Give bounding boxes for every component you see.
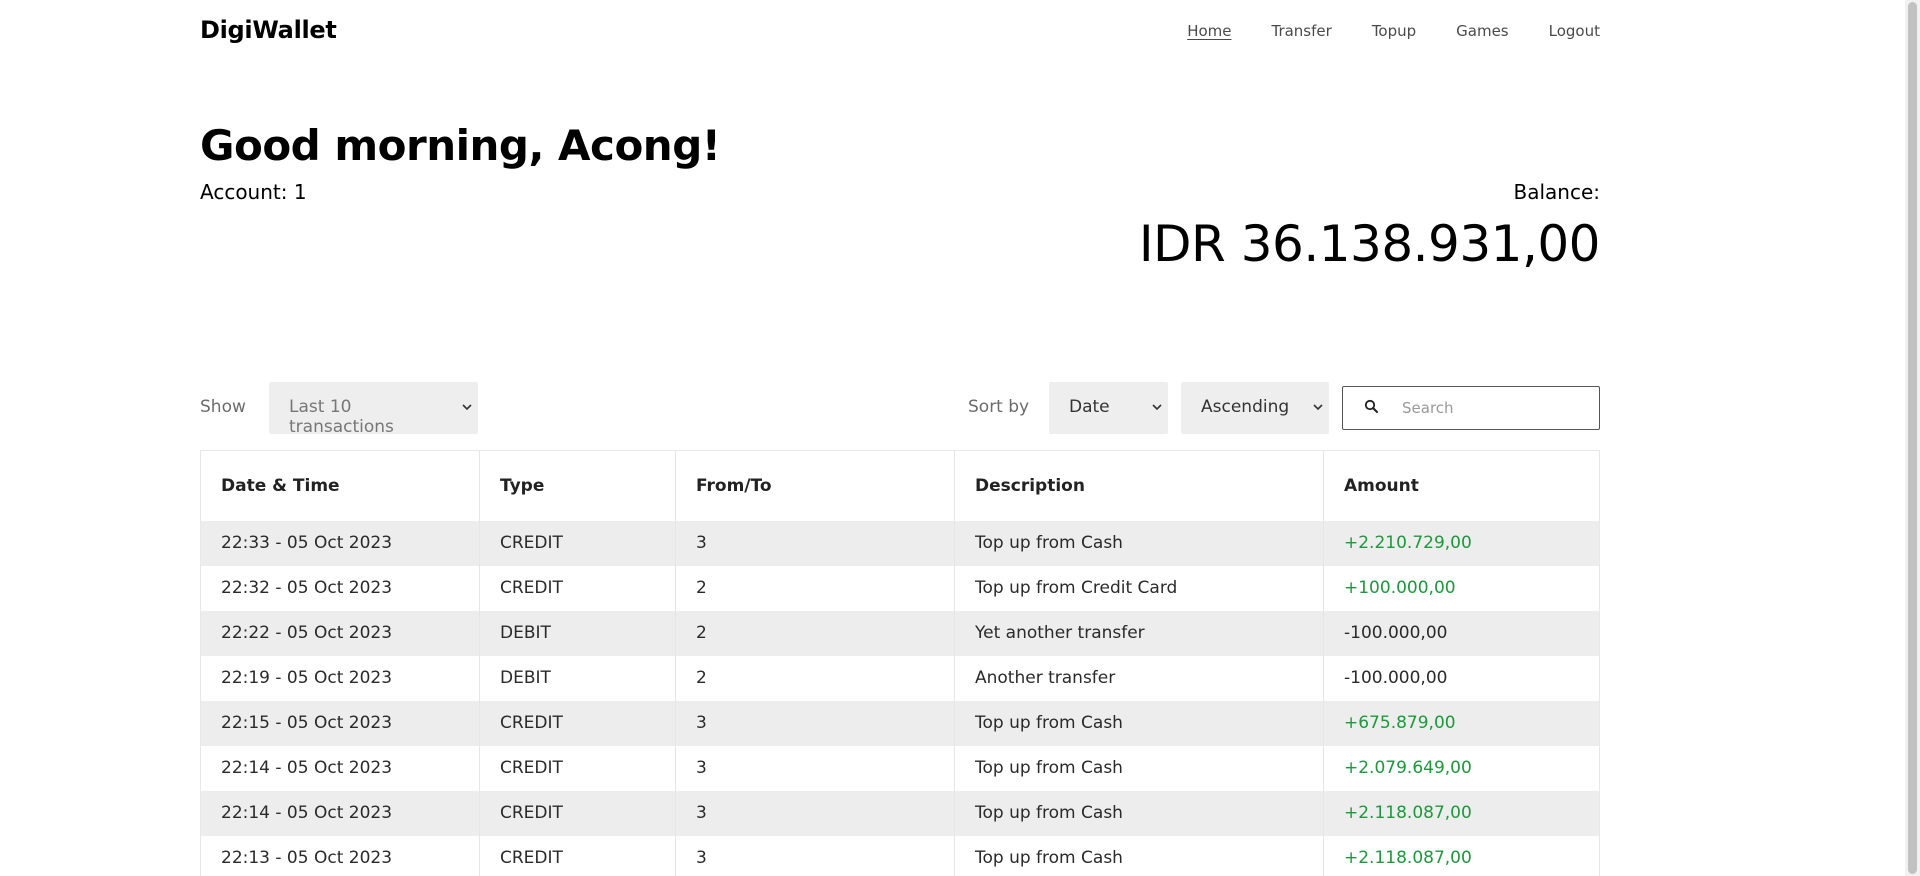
balance-value: IDR 36.138.931,00	[1138, 215, 1601, 273]
cell-description: Top up from Cash	[955, 701, 1324, 746]
cell-description: Top up from Cash	[955, 791, 1324, 836]
table-row: 22:13 - 05 Oct 2023 CREDIT 3 Top up from…	[201, 836, 1599, 876]
table-controls: Show Last 10 transactions Sort by Date A…	[200, 382, 1600, 437]
cell-description: Top up from Cash	[955, 746, 1324, 791]
cell-description: Top up from Cash	[955, 521, 1324, 566]
page: DigiWallet Home Transfer Topup Games Log…	[0, 0, 1920, 876]
sort-order-value: Ascending	[1201, 397, 1290, 417]
balance-label: Balance:	[1513, 180, 1600, 204]
cell-amount: +2.210.729,00	[1344, 533, 1472, 553]
sort-field-value: Date	[1069, 397, 1110, 417]
account-number: Account: 1	[200, 180, 307, 204]
show-select-value: Last 10 transactions	[289, 397, 394, 437]
cell-amount: +675.879,00	[1344, 713, 1456, 733]
cell-datetime: 22:14 - 05 Oct 2023	[201, 746, 480, 791]
nav-link-topup[interactable]: Topup	[1372, 22, 1416, 40]
cell-type: DEBIT	[480, 611, 676, 656]
search-placeholder: Search	[1402, 399, 1454, 417]
nav-link-games[interactable]: Games	[1456, 22, 1508, 40]
cell-description: Yet another transfer	[955, 611, 1324, 656]
cell-description: Top up from Cash	[955, 836, 1324, 876]
cell-from-to: 2	[676, 566, 955, 611]
table-row: 22:32 - 05 Oct 2023 CREDIT 2 Top up from…	[201, 566, 1599, 611]
table-row: 22:15 - 05 Oct 2023 CREDIT 3 Top up from…	[201, 701, 1599, 746]
cell-from-to: 3	[676, 836, 955, 876]
cell-type: CREDIT	[480, 836, 676, 876]
table-row: 22:22 - 05 Oct 2023 DEBIT 2 Yet another …	[201, 611, 1599, 656]
cell-description: Another transfer	[955, 656, 1324, 701]
greeting-title: Good morning, Acong!	[200, 121, 721, 170]
table-row: 22:33 - 05 Oct 2023 CREDIT 3 Top up from…	[201, 521, 1599, 566]
cell-type: CREDIT	[480, 746, 676, 791]
cell-amount: -100.000,00	[1344, 668, 1448, 688]
table-row: 22:14 - 05 Oct 2023 CREDIT 3 Top up from…	[201, 791, 1599, 836]
cell-type: CREDIT	[480, 521, 676, 566]
nav-link-home[interactable]: Home	[1187, 22, 1231, 40]
column-header-type: Type	[480, 451, 676, 521]
cell-datetime: 22:33 - 05 Oct 2023	[201, 521, 480, 566]
cell-from-to: 2	[676, 656, 955, 701]
table-header-row: Date & Time Type From/To Description Amo…	[201, 451, 1599, 521]
column-header-from-to: From/To	[676, 451, 955, 521]
sort-order-select[interactable]: Ascending	[1181, 382, 1329, 434]
nav-link-logout[interactable]: Logout	[1549, 22, 1600, 40]
cell-from-to: 3	[676, 746, 955, 791]
cell-type: CREDIT	[480, 791, 676, 836]
cell-from-to: 3	[676, 521, 955, 566]
cell-type: CREDIT	[480, 566, 676, 611]
cell-datetime: 22:22 - 05 Oct 2023	[201, 611, 480, 656]
cell-description: Top up from Credit Card	[955, 566, 1324, 611]
cell-datetime: 22:14 - 05 Oct 2023	[201, 791, 480, 836]
cell-amount: +2.079.649,00	[1344, 758, 1472, 778]
cell-from-to: 2	[676, 611, 955, 656]
brand-logo[interactable]: DigiWallet	[200, 16, 337, 44]
transactions-table: Date & Time Type From/To Description Amo…	[200, 450, 1600, 876]
cell-from-to: 3	[676, 701, 955, 746]
nav-links: Home Transfer Topup Games Logout	[1147, 22, 1600, 40]
table-row: 22:14 - 05 Oct 2023 CREDIT 3 Top up from…	[201, 746, 1599, 791]
cell-type: CREDIT	[480, 701, 676, 746]
sortby-label: Sort by	[968, 397, 1030, 417]
chevron-down-icon	[1152, 400, 1162, 414]
cell-type: DEBIT	[480, 656, 676, 701]
cell-datetime: 22:13 - 05 Oct 2023	[201, 836, 480, 876]
column-header-datetime: Date & Time	[201, 451, 480, 521]
cell-datetime: 22:15 - 05 Oct 2023	[201, 701, 480, 746]
show-select[interactable]: Last 10 transactions	[269, 382, 478, 437]
navbar: DigiWallet Home Transfer Topup Games Log…	[200, 0, 1600, 66]
column-header-description: Description	[955, 451, 1324, 521]
cell-amount: +100.000,00	[1344, 578, 1456, 598]
search-input[interactable]: Search	[1342, 386, 1600, 430]
table-row: 22:19 - 05 Oct 2023 DEBIT 2 Another tran…	[201, 656, 1599, 701]
sort-field-select[interactable]: Date	[1049, 382, 1168, 434]
nav-link-transfer[interactable]: Transfer	[1271, 22, 1331, 40]
cell-amount: +2.118.087,00	[1344, 848, 1472, 868]
show-label: Show	[200, 397, 246, 417]
vertical-scrollbar[interactable]	[1905, 0, 1920, 876]
cell-from-to: 3	[676, 791, 955, 836]
search-icon	[1363, 398, 1381, 416]
chevron-down-icon	[462, 400, 472, 414]
cell-datetime: 22:32 - 05 Oct 2023	[201, 566, 480, 611]
chevron-down-icon	[1313, 400, 1323, 414]
cell-datetime: 22:19 - 05 Oct 2023	[201, 656, 480, 701]
scrollbar-thumb[interactable]	[1908, 2, 1917, 874]
cell-amount: +2.118.087,00	[1344, 803, 1472, 823]
cell-amount: -100.000,00	[1344, 623, 1448, 643]
column-header-amount: Amount	[1344, 476, 1419, 496]
